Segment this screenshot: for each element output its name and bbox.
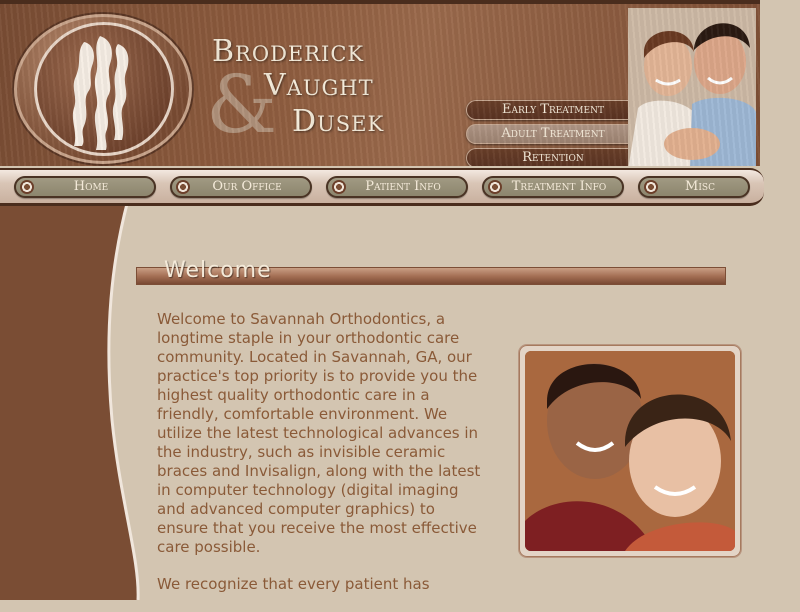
- nav-patient-info-label: Patient Info: [365, 179, 441, 194]
- brand-name-line-3: Dusek: [292, 104, 385, 139]
- nav-treatment-info[interactable]: Treatment Info: [482, 176, 624, 198]
- smiling-couple-photo: [525, 351, 735, 551]
- page-title: Welcome: [164, 258, 272, 283]
- nav-home[interactable]: Home: [14, 176, 156, 198]
- couple-photo-illustration: [525, 351, 735, 551]
- nav-patient-info[interactable]: Patient Info: [326, 176, 468, 198]
- adult-treatment-link[interactable]: Adult Treatment: [466, 124, 640, 144]
- main-content-text: Welcome to Savannah Orthodontics, a long…: [157, 310, 489, 612]
- nav-bullet-icon: [488, 180, 502, 194]
- nav-bullet-icon: [176, 180, 190, 194]
- early-treatment-link[interactable]: Early Treatment: [466, 100, 640, 120]
- second-paragraph: We recognize that every patient has: [157, 575, 430, 593]
- main-nav-bar: Home Our Office Patient Info Treatment I…: [0, 168, 764, 206]
- nav-misc-label: Misc: [685, 179, 715, 194]
- nav-treatment-info-label: Treatment Info: [511, 179, 607, 194]
- nav-bullet-icon: [20, 180, 34, 194]
- nav-our-office[interactable]: Our Office: [170, 176, 312, 198]
- hero-couple-photo: [628, 8, 756, 166]
- hero-photo-illustration: [628, 8, 756, 166]
- retention-link[interactable]: Retention: [466, 148, 640, 166]
- brand-name-line-2: Vaught: [264, 68, 374, 103]
- nav-our-office-label: Our Office: [212, 179, 282, 194]
- profile-faces-logo-icon: [72, 36, 129, 150]
- intro-paragraph: Welcome to Savannah Orthodontics, a long…: [157, 310, 481, 556]
- nav-bullet-icon: [332, 180, 346, 194]
- nav-home-label: Home: [73, 179, 109, 194]
- nav-bullet-icon: [644, 180, 658, 194]
- nav-misc[interactable]: Misc: [638, 176, 750, 198]
- site-header: Broderick & Vaught Dusek Early Treatment…: [0, 0, 760, 166]
